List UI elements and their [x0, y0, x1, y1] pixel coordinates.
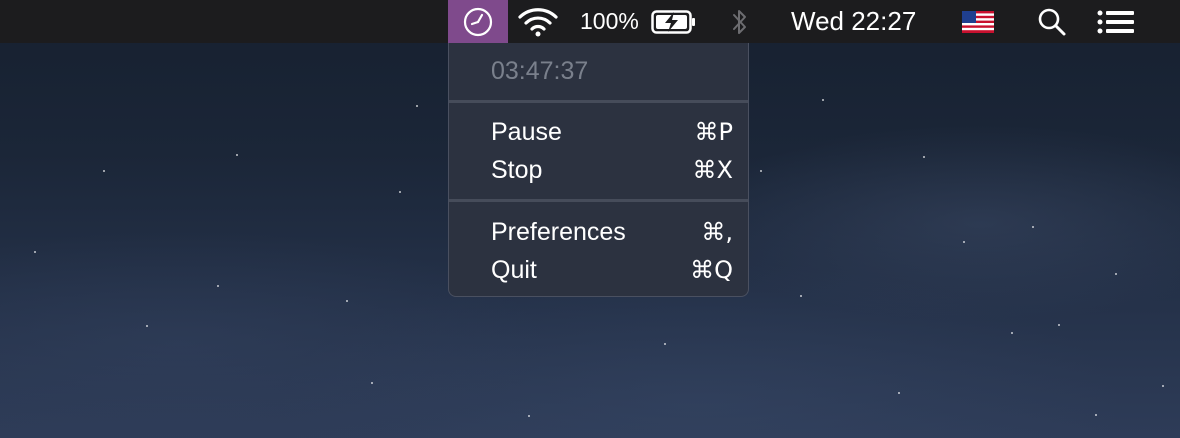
timer-dropdown-menu: 03:47:37 Pause ⌘P Stop ⌘X Preferences ⌘,… — [448, 43, 749, 297]
star — [146, 325, 148, 327]
star — [963, 241, 965, 243]
star — [1032, 226, 1034, 228]
star — [34, 251, 36, 253]
menu-item-shortcut: ⌘P — [694, 118, 733, 146]
clock-icon — [463, 7, 493, 36]
notification-center-status-item[interactable] — [1096, 0, 1136, 43]
us-flag-icon — [962, 10, 994, 33]
star — [1162, 385, 1164, 387]
menu-separator — [449, 100, 748, 103]
bluetooth-status-item[interactable] — [726, 0, 754, 43]
battery-percentage[interactable]: 100% — [580, 0, 639, 43]
star — [760, 170, 762, 172]
menu-separator — [449, 199, 748, 202]
menu-item-label: Stop — [491, 155, 543, 184]
star — [1115, 273, 1117, 275]
menu-item-label: Pause — [491, 117, 562, 146]
star — [898, 392, 900, 394]
list-icon — [1097, 10, 1134, 33]
spotlight-status-item[interactable] — [1034, 0, 1070, 43]
menu-item-stop[interactable]: Stop ⌘X — [491, 152, 733, 188]
star — [416, 105, 418, 107]
wifi-icon — [518, 7, 558, 36]
star — [399, 191, 401, 193]
star — [103, 170, 105, 172]
star — [1011, 332, 1013, 334]
star — [236, 154, 238, 156]
menu-item-quit[interactable]: Quit ⌘Q — [491, 252, 733, 288]
timer-status-item[interactable] — [448, 0, 508, 43]
menu-item-label: Preferences — [491, 217, 626, 246]
bluetooth-icon — [733, 9, 746, 34]
star — [822, 99, 824, 101]
menu-item-label: Quit — [491, 255, 537, 284]
star — [217, 285, 219, 287]
star — [1058, 324, 1060, 326]
star — [800, 295, 802, 297]
input-source-status-item[interactable] — [962, 0, 994, 43]
menu-item-shortcut: ⌘X — [692, 156, 733, 184]
star — [371, 382, 373, 384]
elapsed-time: 03:47:37 — [491, 57, 589, 85]
star — [664, 343, 666, 345]
menu-bar: 100% Wed 22:27 — [0, 0, 1180, 43]
menu-item-pause[interactable]: Pause ⌘P — [491, 114, 733, 150]
star — [923, 156, 925, 158]
search-icon — [1038, 8, 1066, 35]
star — [346, 300, 348, 302]
menubar-clock[interactable]: Wed 22:27 — [791, 0, 916, 43]
menu-item-preferences[interactable]: Preferences ⌘, — [491, 214, 733, 250]
battery-status-item[interactable] — [650, 0, 698, 43]
menu-item-shortcut: ⌘, — [701, 218, 733, 246]
wifi-status-item[interactable] — [516, 0, 560, 43]
menu-item-shortcut: ⌘Q — [690, 256, 733, 284]
star — [1095, 414, 1097, 416]
battery-charging-icon — [651, 9, 695, 34]
star — [528, 415, 530, 417]
